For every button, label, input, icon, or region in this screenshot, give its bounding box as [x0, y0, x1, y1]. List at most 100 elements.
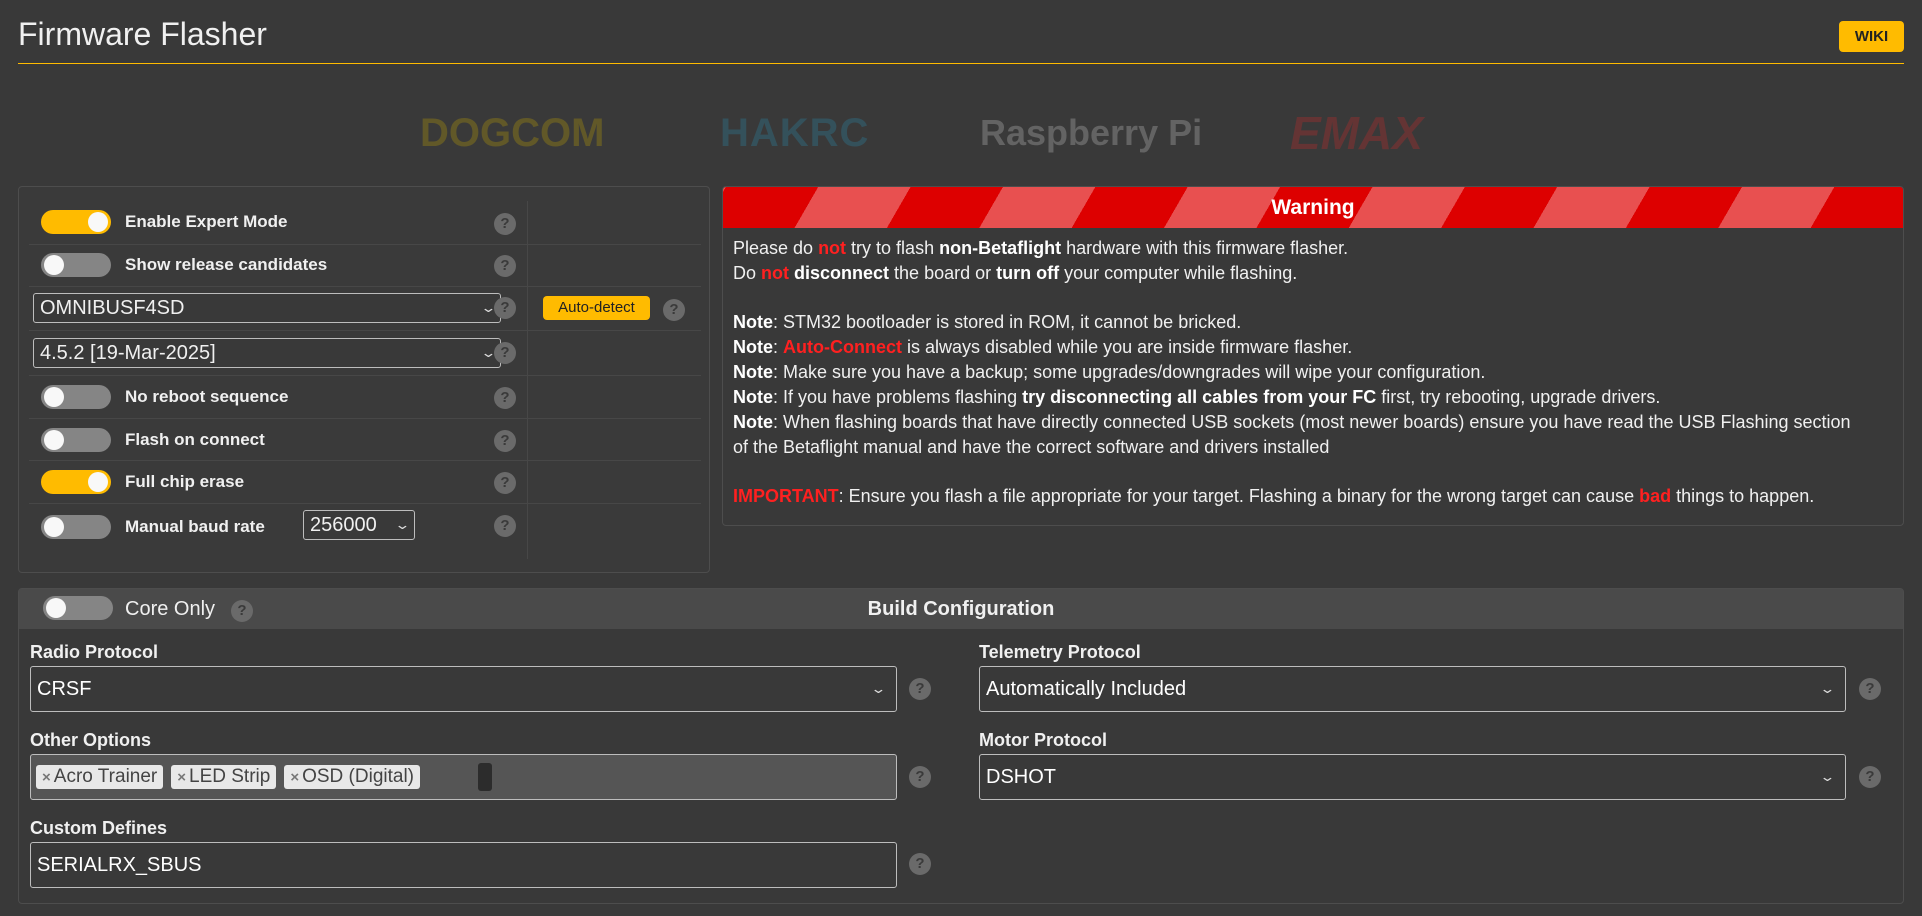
expert-mode-toggle[interactable] — [41, 210, 111, 234]
note-label: Note — [733, 312, 773, 332]
release-candidates-toggle[interactable] — [41, 253, 111, 277]
help-icon[interactable]: ? — [1859, 766, 1881, 788]
baud-rate-select[interactable]: 256000 ⌄ — [303, 510, 415, 540]
text: : When flashing boards that have directl… — [773, 412, 1851, 432]
option-chip-acro-trainer[interactable]: × Acro Trainer — [36, 765, 164, 789]
note-5: Note: When flashing boards that have dir… — [733, 412, 1851, 433]
board-select-value: OMNIBUSF4SD — [40, 296, 185, 319]
note-3: Note: Make sure you have a backup; some … — [733, 362, 1485, 383]
column-divider — [527, 201, 528, 559]
text: Do — [733, 263, 762, 283]
radio-protocol-label: Radio Protocol — [30, 642, 159, 662]
build-configuration-title: Build Configuration — [867, 598, 1055, 620]
text: things to happen. — [1671, 486, 1815, 506]
text: : If you have problems flashing — [773, 387, 1023, 407]
full-chip-erase-toggle[interactable] — [41, 470, 111, 494]
radio-protocol-select[interactable]: CRSF ⌄ — [30, 666, 897, 712]
no-reboot-toggle[interactable] — [41, 385, 111, 409]
note-label: Note — [733, 337, 773, 357]
sponsor-logo-emax[interactable]: EMAX — [1290, 103, 1423, 163]
toggle-knob — [88, 472, 108, 492]
board-select[interactable]: OMNIBUSF4SD ⌄ — [33, 293, 501, 323]
toggle-knob — [44, 387, 64, 407]
chip-label: Acro Trainer — [53, 766, 158, 787]
telemetry-protocol-select[interactable]: Automatically Included ⌄ — [979, 666, 1846, 712]
warning-title: Warning — [723, 187, 1903, 228]
remove-icon[interactable]: × — [42, 769, 51, 786]
sponsor-logo-dogcom[interactable]: DOGCOM — [420, 103, 604, 163]
help-icon[interactable]: ? — [1859, 678, 1881, 700]
flash-on-connect-label: Flash on connect — [125, 430, 265, 449]
help-icon[interactable]: ? — [494, 213, 516, 235]
toggle-knob — [44, 255, 64, 275]
custom-defines-input[interactable]: SERIALRX_SBUS — [30, 842, 897, 888]
help-icon[interactable]: ? — [494, 472, 516, 494]
chevron-down-icon: ⌄ — [870, 681, 887, 696]
option-chip-osd-digital[interactable]: × OSD (Digital) — [284, 765, 420, 789]
other-options-multiselect[interactable]: × Acro Trainer × LED Strip × OSD (Digital) — [30, 754, 897, 800]
help-icon[interactable]: ? — [909, 853, 931, 875]
manual-baud-toggle[interactable] — [41, 515, 111, 539]
help-icon[interactable]: ? — [494, 255, 516, 277]
emphasis-bold: turn off — [996, 263, 1060, 283]
warning-line-1: Please do not try to flash non-Betafligh… — [733, 238, 1348, 259]
chip-label: LED Strip — [189, 766, 271, 787]
full-chip-erase-label: Full chip erase — [125, 472, 245, 491]
motor-protocol-select[interactable]: DSHOT ⌄ — [979, 754, 1846, 800]
row-divider — [29, 244, 701, 245]
row-divider — [29, 330, 701, 331]
text: try to flash — [846, 238, 940, 258]
help-icon[interactable]: ? — [663, 299, 685, 321]
wiki-button[interactable]: WIKI — [1839, 21, 1904, 52]
row-divider — [29, 286, 701, 287]
release-candidates-label: Show release candidates — [125, 255, 328, 274]
text: : — [773, 337, 784, 357]
remove-icon[interactable]: × — [177, 769, 186, 786]
search-cursor[interactable] — [478, 763, 492, 791]
build-configuration-header: Core Only ? Build Configuration — [19, 589, 1903, 629]
firmware-version-select[interactable]: 4.5.2 [19-Mar-2025] ⌄ — [33, 338, 501, 368]
warning-panel: Warning Please do not try to flash non-B… — [722, 186, 1904, 526]
chevron-down-icon: ⌄ — [1819, 681, 1836, 696]
text: the board or — [889, 263, 997, 283]
help-icon[interactable]: ? — [494, 297, 516, 319]
remove-icon[interactable]: × — [290, 769, 299, 786]
version-select-value: 4.5.2 [19-Mar-2025] — [40, 341, 216, 364]
emphasis-bold: try disconnecting all cables from your F… — [1022, 387, 1377, 407]
note-label: Note — [733, 412, 773, 432]
note-5-continued: of the Betaflight manual and have the co… — [733, 437, 1330, 457]
chevron-down-icon: ⌄ — [1819, 769, 1836, 784]
text: is always disabled while you are inside … — [902, 337, 1353, 357]
help-icon[interactable]: ? — [494, 515, 516, 537]
text: Please do — [733, 238, 819, 258]
page-title: Firmware Flasher — [18, 16, 267, 52]
help-icon[interactable]: ? — [494, 342, 516, 364]
toggle-knob — [44, 430, 64, 450]
help-icon[interactable]: ? — [494, 387, 516, 409]
row-divider — [29, 418, 701, 419]
option-chip-led-strip[interactable]: × LED Strip — [171, 765, 277, 789]
emphasis-red: not — [818, 238, 847, 258]
text: hardware with this firmware flasher. — [1061, 238, 1349, 258]
sponsor-logo-hakrc[interactable]: HAKRC — [720, 103, 869, 163]
auto-detect-button[interactable]: Auto-detect — [543, 296, 650, 320]
flasher-options-panel: Enable Expert Mode ? Show release candid… — [18, 186, 710, 573]
emphasis-bold: disconnect — [794, 263, 890, 283]
note-1: Note: STM32 bootloader is stored in ROM,… — [733, 312, 1241, 333]
help-icon[interactable]: ? — [909, 766, 931, 788]
row-divider — [29, 460, 701, 461]
flash-on-connect-toggle[interactable] — [41, 428, 111, 452]
emphasis-bold: non-Betaflight — [939, 238, 1062, 258]
telemetry-protocol-value: Automatically Included — [986, 677, 1187, 700]
help-icon[interactable]: ? — [909, 678, 931, 700]
text: : Make sure you have a backup; some upgr… — [773, 362, 1486, 382]
sponsor-logo-raspberry-pi[interactable]: Raspberry Pi — [980, 103, 1202, 163]
help-icon[interactable]: ? — [494, 430, 516, 452]
toggle-knob — [44, 517, 64, 537]
no-reboot-label: No reboot sequence — [125, 387, 289, 406]
custom-defines-label: Custom Defines — [30, 818, 168, 838]
build-configuration-panel: Core Only ? Build Configuration Radio Pr… — [18, 588, 1904, 904]
note-2: Note: Auto-Connect is always disabled wh… — [733, 337, 1352, 358]
text: your computer while flashing. — [1059, 263, 1298, 283]
note-4: Note: If you have problems flashing try … — [733, 387, 1660, 408]
